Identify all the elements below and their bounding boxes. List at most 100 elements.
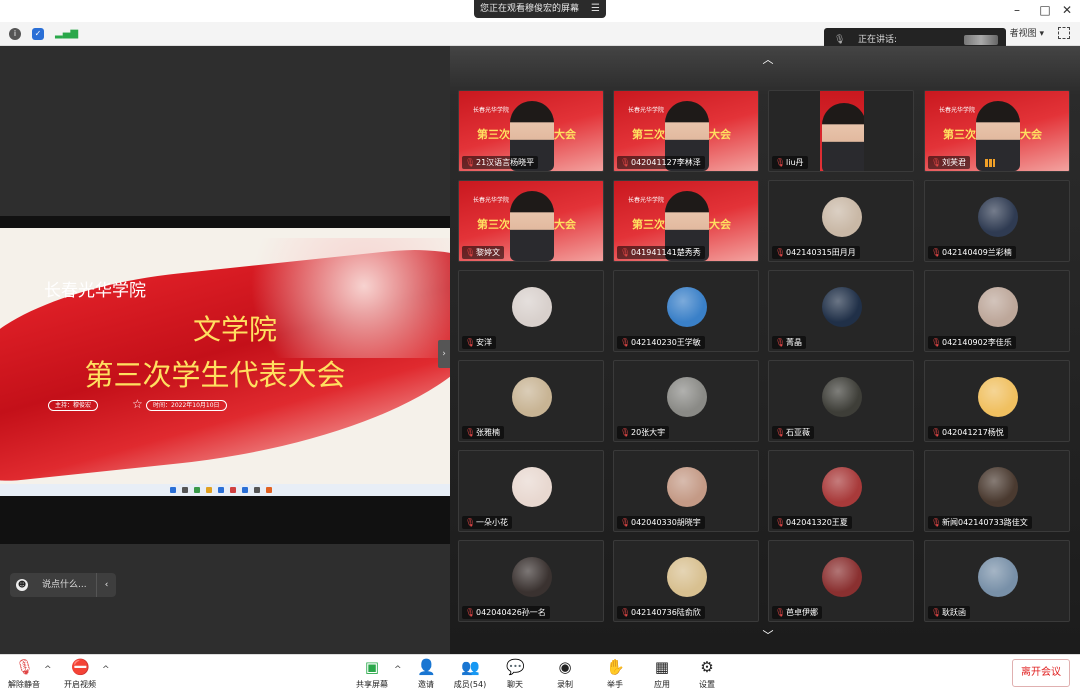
mic-muted-icon: 🎙 bbox=[931, 428, 942, 437]
record-button[interactable]: ◉ 录制 bbox=[543, 658, 587, 690]
avatar bbox=[978, 287, 1018, 327]
participant-name: 芭卓伊娜 bbox=[786, 608, 818, 617]
audio-options-caret[interactable]: ^ bbox=[44, 665, 52, 675]
participant-name: 042041127李林泽 bbox=[631, 158, 701, 167]
mic-muted-icon: 🎙 bbox=[620, 338, 631, 347]
participant-tile[interactable]: 🎙 042140902李佳乐 bbox=[924, 270, 1070, 352]
participant-tile[interactable]: 🎙 安洋 bbox=[458, 270, 604, 352]
invite-button[interactable]: 👤 邀请 bbox=[404, 658, 448, 690]
participant-name-tag: 🎙 042041127李林泽 bbox=[617, 156, 705, 169]
share-screen-label: 共享屏幕 bbox=[356, 680, 388, 689]
participant-tile[interactable]: 🎙 20张大宇 bbox=[613, 360, 759, 442]
mic-muted-icon: 🎙 bbox=[15, 658, 35, 676]
maximize-icon[interactable]: □ bbox=[1038, 3, 1052, 17]
participant-tile[interactable]: 长春光华学院第三次学生代表大会🎙21汉语言杨晓平 bbox=[458, 90, 604, 172]
gallery-page-up-button[interactable]: ︿ bbox=[742, 52, 794, 68]
close-icon[interactable]: ✕ bbox=[1060, 3, 1074, 17]
participant-tile[interactable]: 长春光华学院第三次学生代表大会🎙041941141楚秀秀 bbox=[613, 180, 759, 262]
participant-tile[interactable]: 🎙 新闻042140733路佳文 bbox=[924, 450, 1070, 532]
unmute-button[interactable]: 🎙 解除静音 bbox=[2, 658, 46, 690]
participant-tile[interactable]: 🎙 042140315田月月 bbox=[768, 180, 914, 262]
participant-tile[interactable]: 🎙 菁晶 bbox=[768, 270, 914, 352]
avatar bbox=[667, 557, 707, 597]
participant-name: 042140230王学敏 bbox=[631, 338, 701, 347]
participant-tile[interactable]: 🎙 042041320王夏 bbox=[768, 450, 914, 532]
start-video-button[interactable]: ⛔ 开启视频 bbox=[58, 658, 102, 690]
chevron-left-icon[interactable]: ‹ bbox=[96, 573, 116, 597]
members-button[interactable]: 👥 成员(54) bbox=[448, 658, 492, 690]
collapse-gallery-button[interactable]: › bbox=[438, 340, 450, 368]
avatar bbox=[667, 377, 707, 417]
participant-figure bbox=[822, 103, 864, 171]
avatar bbox=[667, 467, 707, 507]
info-icon[interactable]: i bbox=[9, 28, 21, 40]
participant-name: 041941141楚秀秀 bbox=[631, 248, 701, 257]
taskbar-icon bbox=[194, 487, 200, 493]
view-mode-button[interactable]: 者视图 ▾ bbox=[1004, 25, 1050, 43]
background-college-text: 长春光华学院 bbox=[628, 197, 665, 204]
add-user-icon: 👤 bbox=[417, 658, 436, 676]
participant-name: 耿跃函 bbox=[942, 608, 966, 617]
participant-tile[interactable]: 长春光华学院第三次学生代表大会🎙刘芙君 bbox=[924, 90, 1070, 172]
fullscreen-icon[interactable] bbox=[1058, 27, 1070, 39]
list-icon[interactable]: ☰ bbox=[591, 0, 600, 18]
shield-icon[interactable]: ✓ bbox=[32, 28, 44, 40]
participant-tile[interactable]: 🎙 042140736陆俞欣 bbox=[613, 540, 759, 622]
share-screen-button[interactable]: ▣ 共享屏幕 bbox=[350, 658, 394, 690]
chat-icon: 💬 bbox=[506, 658, 525, 676]
video-options-caret[interactable]: ^ bbox=[102, 665, 110, 675]
participant-tile[interactable]: 🎙 liu丹 bbox=[768, 90, 914, 172]
chevron-down-icon: ▾ bbox=[1039, 29, 1044, 39]
raise-hand-label: 举手 bbox=[607, 680, 623, 689]
participant-name: 042040330胡晓宇 bbox=[631, 518, 701, 527]
emoji-icon[interactable]: ☻ bbox=[16, 579, 28, 591]
participant-tile[interactable]: 🎙 042140409兰彩楠 bbox=[924, 180, 1070, 262]
participant-tile[interactable]: 🎙 042040426孙一名 bbox=[458, 540, 604, 622]
taskbar-icon bbox=[206, 487, 212, 493]
avatar bbox=[978, 377, 1018, 417]
participant-tile[interactable]: 🎙 张雅楠 bbox=[458, 360, 604, 442]
participant-name-tag: 🎙 20张大宇 bbox=[617, 426, 670, 439]
participant-gallery: ︿ ﹀ 长春光华学院第三次学生代表大会🎙21汉语言杨晓平长春光华学院第三次学生代… bbox=[450, 46, 1080, 654]
hand-icon: ✋ bbox=[606, 658, 625, 676]
slide-title-line1: 文学院 bbox=[192, 313, 277, 346]
speaker-name-blurred bbox=[964, 35, 998, 45]
mic-muted-icon: 🎙 bbox=[931, 608, 942, 617]
leave-meeting-button[interactable]: 离开会议 bbox=[1012, 659, 1070, 687]
participant-tile[interactable]: 长春光华学院第三次学生代表大会🎙042041127李林泽 bbox=[613, 90, 759, 172]
share-screen-icon: ▣ bbox=[364, 658, 380, 676]
participant-tile[interactable]: 长春光华学院第三次学生代表大会🎙黎婷文 bbox=[458, 180, 604, 262]
share-options-caret[interactable]: ^ bbox=[394, 665, 402, 675]
apps-button[interactable]: ▦ 应用 bbox=[640, 658, 684, 690]
participant-name-tag: 🎙 042140230王学敏 bbox=[617, 336, 705, 349]
shared-taskbar bbox=[0, 484, 450, 496]
participant-tile[interactable]: 🎙 石亚薇 bbox=[768, 360, 914, 442]
raise-hand-button[interactable]: ✋ 举手 bbox=[593, 658, 637, 690]
minimize-icon[interactable]: – bbox=[1010, 3, 1024, 17]
participant-name-tag: 🎙 一朵小花 bbox=[462, 516, 512, 529]
participant-tile[interactable]: 🎙 芭卓伊娜 bbox=[768, 540, 914, 622]
participant-tile[interactable]: 🎙 042140230王学敏 bbox=[613, 270, 759, 352]
members-label: 成员(54) bbox=[453, 680, 487, 689]
participant-tile[interactable]: 🎙 耿跃函 bbox=[924, 540, 1070, 622]
chat-input-pill[interactable]: ☻ 说点什么... ‹ bbox=[10, 573, 116, 597]
mic-muted-icon: 🎙 bbox=[775, 428, 786, 437]
participant-tile[interactable]: 🎙 042040330胡晓宇 bbox=[613, 450, 759, 532]
chat-button[interactable]: 💬 聊天 bbox=[493, 658, 537, 690]
shared-screen: 长春光华学院 文学院 第三次学生代表大会 主持：穆俊宏 ☆ 时间：2022年10… bbox=[0, 216, 450, 544]
participant-name: 刘芙君 bbox=[942, 158, 966, 167]
background-college-text: 长春光华学院 bbox=[628, 107, 665, 114]
avatar bbox=[978, 467, 1018, 507]
participant-tile[interactable]: 🎙 042041217杨悦 bbox=[924, 360, 1070, 442]
participant-tile[interactable]: 🎙 一朵小花 bbox=[458, 450, 604, 532]
settings-button[interactable]: ⚙ 设置 bbox=[685, 658, 729, 690]
signal-icon[interactable]: ▂▄▆ bbox=[55, 28, 78, 40]
participant-name: 20张大宇 bbox=[631, 428, 666, 437]
view-mode-label: 者视图 bbox=[1009, 29, 1037, 39]
taskbar-icon bbox=[242, 487, 248, 493]
participant-name: 黎婷文 bbox=[476, 248, 500, 257]
participant-name: 042140902李佳乐 bbox=[942, 338, 1012, 347]
meeting-toolbar: 🎙 解除静音 ^ ⛔ 开启视频 ^ ▣ 共享屏幕 ^ 👤 邀请 👥 成员(54)… bbox=[0, 654, 1080, 692]
gallery-page-down-button[interactable]: ﹀ bbox=[742, 628, 794, 644]
screen-share-banner[interactable]: 您正在观看穆俊宏的屏幕 ☰ bbox=[474, 0, 606, 18]
